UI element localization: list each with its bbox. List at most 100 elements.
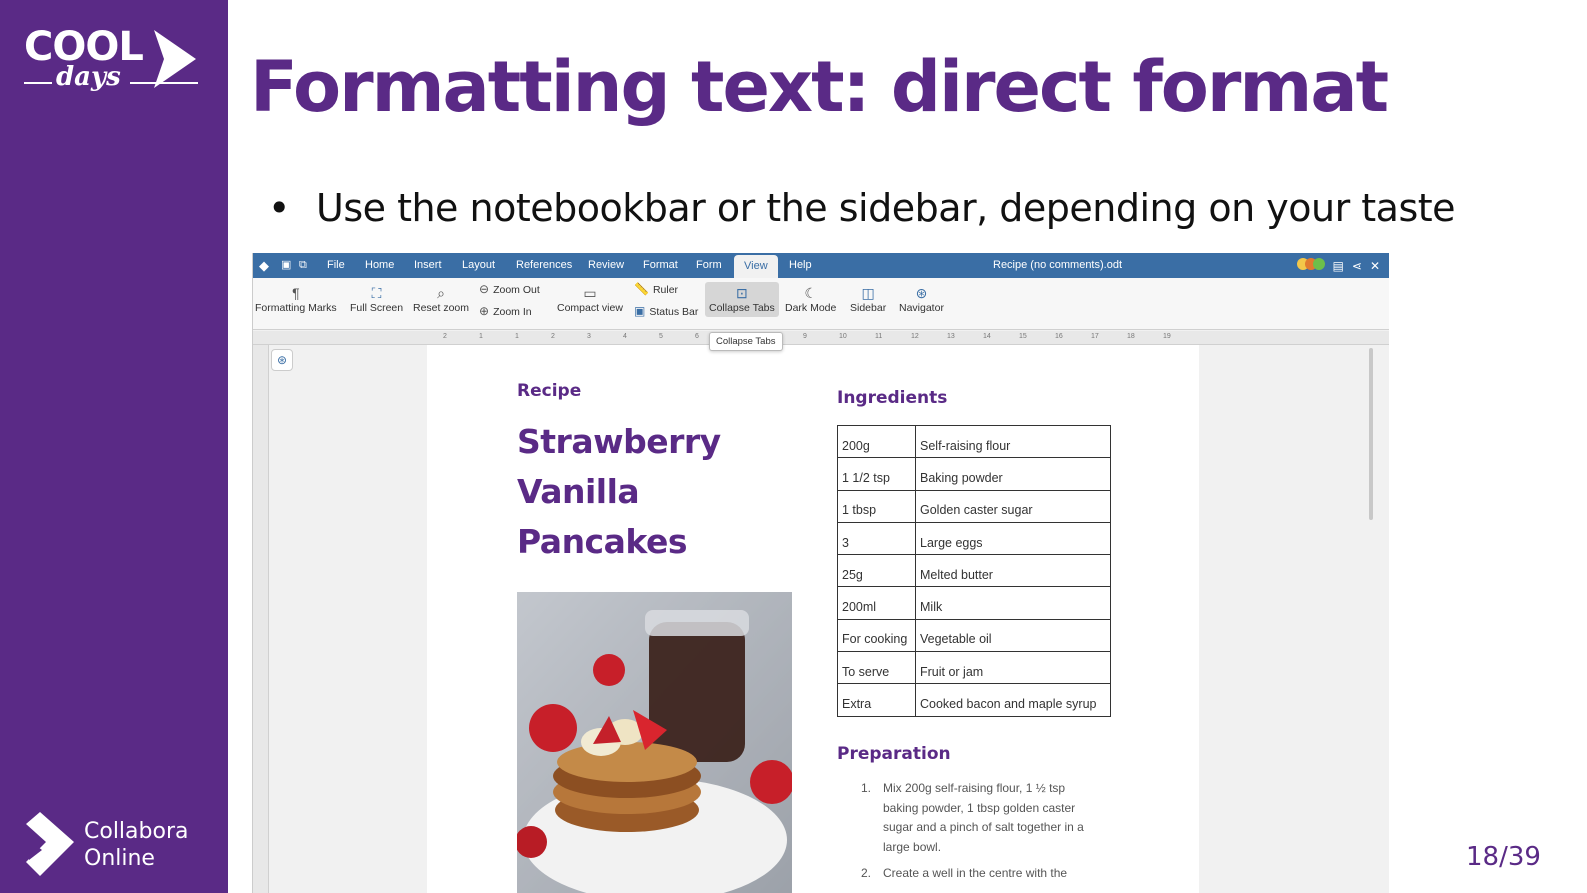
sidebar-button[interactable]: ◫ Sidebar xyxy=(850,284,886,314)
page-number: 18/39 xyxy=(1466,842,1541,872)
app-screenshot: ◆ ▣ ⧉ File Home Insert Layout References… xyxy=(252,253,1389,893)
ingredients-table[interactable]: 200g Self-raising flour 1 1/2 tsp Baking po… xyxy=(837,424,1111,717)
zoom-out-button[interactable]: ⊖ Zoom Out xyxy=(479,282,540,296)
ingredient-qty[interactable]: 1 1/2 tsp xyxy=(837,457,916,491)
logo-line-left xyxy=(24,82,52,84)
menu-references[interactable]: References xyxy=(516,253,572,278)
ingredient-item[interactable]: Milk xyxy=(915,586,1111,620)
ingredient-item[interactable]: Vegetable oil xyxy=(915,618,1111,653)
ruler-tick: 18 xyxy=(1127,333,1135,340)
slide-title: Formatting text: direct format xyxy=(250,46,1389,128)
menu-review[interactable]: Review xyxy=(588,253,624,278)
recipe-name[interactable]: Strawberry Vanilla Pancakes xyxy=(517,417,767,567)
navigator-float-icon[interactable]: ⊛ xyxy=(271,349,293,371)
ruler-tick: 4 xyxy=(623,333,627,340)
ruler-button[interactable]: 📏 Ruler xyxy=(634,282,678,296)
ruler-tick: 3 xyxy=(587,333,591,340)
ruler-tick: 11 xyxy=(875,333,883,340)
table-row[interactable]: For cooking Vegetable oil xyxy=(837,618,1111,653)
menu-help[interactable]: Help xyxy=(789,253,812,278)
ingredient-qty[interactable]: Extra xyxy=(837,683,916,717)
preparation-title[interactable]: Preparation xyxy=(837,744,951,764)
navigator-button[interactable]: ⊛ Navigator xyxy=(899,284,944,314)
ingredient-item[interactable]: Self-raising flour xyxy=(915,424,1111,459)
ruler-tick: 19 xyxy=(1163,333,1171,340)
bullet-text: Use the notebookbar or the sidebar, depe… xyxy=(316,186,1456,230)
brand-band: COOL days Collabora Online xyxy=(0,0,228,893)
ruler-tick: 9 xyxy=(803,333,807,340)
pilcrow-icon: ¶ xyxy=(292,285,300,301)
menu-file[interactable]: File xyxy=(327,253,345,278)
cool-arrow-icon xyxy=(154,30,196,88)
zoom-out-icon: ⊖ xyxy=(479,282,490,296)
menu-layout[interactable]: Layout xyxy=(462,253,495,278)
menu-form[interactable]: Form xyxy=(696,253,722,278)
ingredient-qty[interactable]: 200ml xyxy=(837,586,916,620)
collapse-tabs-button[interactable]: ⊡ Collapse Tabs xyxy=(705,282,779,317)
bullet-dot-icon: • xyxy=(268,186,290,230)
ingredient-qty[interactable]: 200g xyxy=(837,424,916,459)
sidebar-toggle-icon[interactable]: ▤ xyxy=(1333,259,1344,273)
ingredients-title[interactable]: Ingredients xyxy=(837,388,947,408)
ruler-tick: 12 xyxy=(911,333,919,340)
zoom-in-button[interactable]: ⊕ Zoom In xyxy=(479,304,532,318)
table-row[interactable]: 25g Melted butter xyxy=(837,554,1111,588)
ingredient-qty[interactable]: 1 tbsp xyxy=(837,489,916,523)
compact-view-button[interactable]: ▭ Compact view xyxy=(557,284,623,314)
slide: COOL days Collabora Online Formatting te… xyxy=(0,0,1587,893)
menu-insert[interactable]: Insert xyxy=(414,253,442,278)
ingredient-item[interactable]: Melted butter xyxy=(915,554,1111,588)
formatting-marks-button[interactable]: ¶ Formatting Marks xyxy=(255,284,337,314)
ruler-tick: 13 xyxy=(947,333,955,340)
ingredient-qty[interactable]: For cooking xyxy=(837,618,916,653)
ruler-tick: 6 xyxy=(695,333,699,340)
status-bar-button[interactable]: ▣ Status Bar xyxy=(634,304,698,318)
full-screen-button[interactable]: ⛶ Full Screen xyxy=(350,284,403,314)
collabora-online-logo: Collabora Online xyxy=(26,812,216,878)
menu-home[interactable]: Home xyxy=(365,253,394,278)
ingredient-item[interactable]: Fruit or jam xyxy=(915,651,1111,685)
table-row[interactable]: 3 Large eggs xyxy=(837,521,1111,556)
ingredient-item[interactable]: Cooked bacon and maple syrup xyxy=(915,683,1111,717)
menu-view[interactable]: View xyxy=(734,255,778,278)
table-row[interactable]: 200ml Milk xyxy=(837,586,1111,620)
collapse-tabs-icon: ⊡ xyxy=(736,285,748,301)
user-avatars[interactable] xyxy=(1296,258,1325,273)
ruler-tick: 1 xyxy=(515,333,519,340)
document-title: Recipe (no comments).odt xyxy=(993,259,1122,271)
list-item[interactable]: 2. Create a well in the centre with the xyxy=(861,864,1089,884)
list-item[interactable]: 1. Mix 200g self-raising flour, 1 ½ tsp … xyxy=(861,779,1089,857)
zoom-reset-icon: ⌕ xyxy=(437,285,445,301)
ingredient-qty[interactable]: 25g xyxy=(837,554,916,588)
compact-view-icon: ▭ xyxy=(583,285,597,301)
vertical-scrollbar[interactable] xyxy=(1369,348,1373,520)
preparation-list[interactable]: 1. Mix 200g self-raising flour, 1 ½ tsp … xyxy=(861,779,1089,891)
ruler-tick: 2 xyxy=(551,333,555,340)
pancake-photo[interactable] xyxy=(517,592,792,893)
horizontal-ruler[interactable]: 2112345678910111213141516171819 xyxy=(253,331,1389,345)
window-controls: ▤ ⋖ ✕ xyxy=(1296,253,1380,278)
menu-format[interactable]: Format xyxy=(643,253,678,278)
ingredient-qty[interactable]: 3 xyxy=(837,521,916,556)
ingredient-item[interactable]: Large eggs xyxy=(915,521,1111,556)
table-row[interactable]: 1 1/2 tsp Baking powder xyxy=(837,457,1111,491)
menubar: ◆ ▣ ⧉ File Home Insert Layout References… xyxy=(253,253,1389,278)
table-row[interactable]: Extra Cooked bacon and maple syrup xyxy=(837,683,1111,717)
save-icon[interactable]: ▣ xyxy=(281,253,291,278)
table-row[interactable]: 200g Self-raising flour xyxy=(837,424,1111,459)
ruler-tick: 5 xyxy=(659,333,663,340)
recipe-label[interactable]: Recipe xyxy=(517,381,581,401)
share-icon[interactable]: ⋖ xyxy=(1352,259,1362,273)
vertical-ruler[interactable] xyxy=(253,345,269,893)
reset-zoom-button[interactable]: ⌕ Reset zoom xyxy=(413,284,469,314)
table-row[interactable]: 1 tbsp Golden caster sugar xyxy=(837,489,1111,523)
popout-icon[interactable]: ⧉ xyxy=(299,253,307,278)
ingredient-item[interactable]: Baking powder xyxy=(915,457,1111,491)
close-icon[interactable]: ✕ xyxy=(1370,259,1380,273)
ingredient-qty[interactable]: To serve xyxy=(837,651,916,685)
dark-mode-button[interactable]: ☾ Dark Mode xyxy=(785,284,836,314)
app-logo-icon: ◆ xyxy=(259,258,269,273)
ingredient-item[interactable]: Golden caster sugar xyxy=(915,489,1111,523)
document-page[interactable]: Recipe Strawberry Vanilla Pancakes Ingre… xyxy=(427,345,1199,893)
table-row[interactable]: To serve Fruit or jam xyxy=(837,651,1111,685)
